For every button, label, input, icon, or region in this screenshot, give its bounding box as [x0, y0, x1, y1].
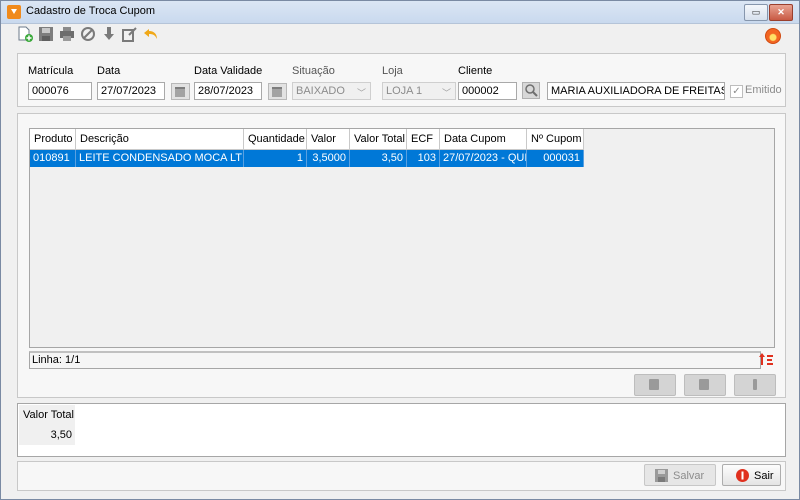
- cliente-label: Cliente: [458, 65, 493, 77]
- chevron-down-icon: ﹀: [441, 88, 451, 98]
- emitido-checkbox[interactable]: ✓: [730, 85, 743, 98]
- data-validade-label: Data Validade: [194, 65, 263, 77]
- calendar-icon[interactable]: [171, 83, 190, 100]
- download-icon[interactable]: [101, 26, 117, 42]
- document-remove-icon: [699, 379, 709, 390]
- table-cell: 1: [244, 150, 307, 167]
- situacao-value: BAIXADO: [296, 85, 345, 97]
- table-cell: 3,5000: [307, 150, 350, 167]
- table-cell: LEITE CONDENSADO MOCA LT 395G: [76, 150, 244, 167]
- matricula-field[interactable]: 000076: [28, 82, 92, 100]
- grid-status-bar: Linha: 1/1: [29, 351, 761, 369]
- column-header[interactable]: Valor Total: [350, 129, 407, 150]
- matricula-label: Matrícula: [28, 65, 74, 77]
- save-icon: [655, 469, 668, 482]
- main-window: Cadastro de Troca Cupom ▭ ✕ Matrícula 00…: [0, 0, 800, 500]
- column-header[interactable]: Valor: [307, 129, 350, 150]
- exit-icon: [736, 469, 749, 482]
- exit-button[interactable]: Sair: [722, 464, 781, 486]
- emitido-label: Emitido: [745, 84, 782, 96]
- column-header[interactable]: Data Cupom: [440, 129, 527, 150]
- edit-icon[interactable]: [122, 26, 138, 42]
- exit-button-label: Sair: [754, 470, 774, 482]
- items-grid[interactable]: Produto Descrição Quantidade Valor Valor…: [29, 128, 775, 348]
- restore-button[interactable]: ▭: [744, 4, 768, 21]
- column-header[interactable]: Nº Cupom: [527, 129, 584, 150]
- print-icon[interactable]: [59, 26, 75, 42]
- window-title: Cadastro de Troca Cupom: [26, 5, 156, 17]
- valor-total-label: Valor Total: [19, 405, 75, 425]
- save-button-label: Salvar: [673, 470, 705, 482]
- help-icon[interactable]: [765, 28, 781, 44]
- brush-icon: [753, 379, 757, 390]
- footer-panel: Salvar Sair: [17, 461, 786, 491]
- save-button[interactable]: Salvar: [644, 464, 716, 486]
- search-icon[interactable]: [522, 82, 540, 99]
- add-item-button[interactable]: [634, 374, 676, 396]
- app-icon: [7, 5, 21, 19]
- clear-button[interactable]: [734, 374, 776, 396]
- loja-label: Loja: [382, 65, 403, 77]
- data-field[interactable]: 27/07/2023: [97, 82, 165, 100]
- table-cell: 000031: [527, 150, 584, 167]
- cancel-icon[interactable]: [80, 26, 96, 42]
- table-cell: 103: [407, 150, 440, 167]
- form-panel: Matrícula 000076 Data 27/07/2023 Data Va…: [17, 53, 786, 107]
- undo-icon[interactable]: [143, 26, 159, 42]
- table-cell: 010891: [30, 150, 76, 167]
- new-document-icon[interactable]: [17, 26, 33, 42]
- cliente-name-field[interactable]: MARIA AUXILIADORA DE FREITASCHEQI: [547, 82, 725, 100]
- close-button[interactable]: ✕: [769, 4, 793, 21]
- chevron-down-icon: ﹀: [356, 88, 366, 98]
- column-header[interactable]: ECF: [407, 129, 440, 150]
- table-cell: 3,50: [350, 150, 407, 167]
- sort-icon[interactable]: [758, 352, 774, 366]
- loja-value: LOJA 1: [386, 85, 423, 97]
- loja-select[interactable]: LOJA 1 ﹀: [382, 82, 456, 100]
- column-header[interactable]: Quantidade: [244, 129, 307, 150]
- data-validade-field[interactable]: 28/07/2023: [194, 82, 262, 100]
- save-icon[interactable]: [38, 26, 54, 42]
- table-cell: 27/07/2023 - QUI: [440, 150, 527, 167]
- total-panel: Valor Total 3,50: [17, 403, 786, 457]
- valor-total-value: 3,50: [19, 425, 75, 445]
- situacao-select[interactable]: BAIXADO ﹀: [292, 82, 371, 100]
- title-bar: Cadastro de Troca Cupom ▭ ✕: [1, 1, 799, 24]
- remove-item-button[interactable]: [684, 374, 726, 396]
- cliente-code-field[interactable]: 000002: [458, 82, 517, 100]
- situacao-label: Situação: [292, 65, 335, 77]
- document-add-icon: [649, 379, 659, 390]
- data-label: Data: [97, 65, 121, 77]
- column-header[interactable]: Descrição: [76, 129, 244, 150]
- column-header[interactable]: Produto: [30, 129, 76, 150]
- calendar-icon[interactable]: [268, 83, 287, 100]
